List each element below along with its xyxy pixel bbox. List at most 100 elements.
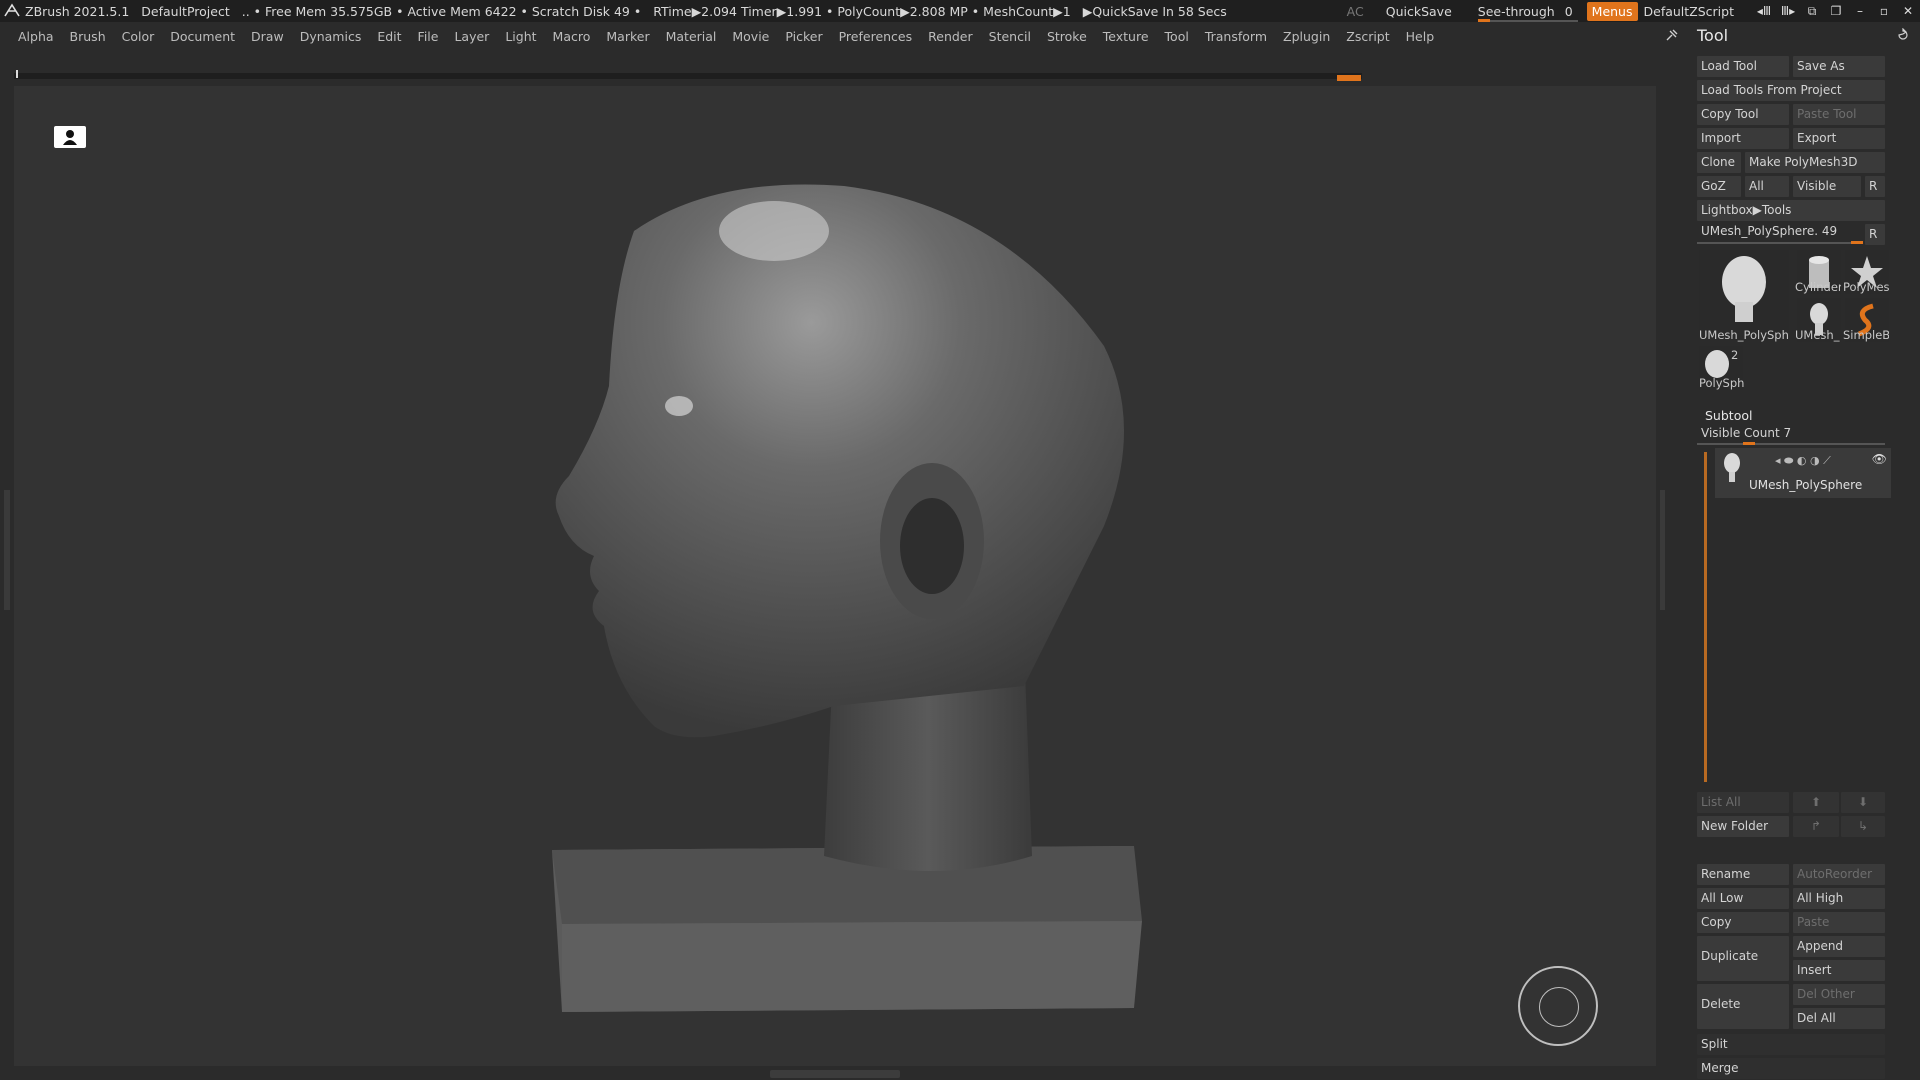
pin-icon[interactable] — [1665, 28, 1679, 42]
all-high-button[interactable]: All High — [1793, 888, 1885, 909]
layout-right-icon[interactable]: Ⅲ▸ — [1776, 4, 1800, 18]
eye-icon[interactable]: 👁 — [1872, 452, 1887, 466]
export-button[interactable]: Export — [1793, 128, 1885, 149]
menu-movie[interactable]: Movie — [732, 29, 769, 44]
load-tools-from-project-button[interactable]: Load Tools From Project — [1697, 80, 1885, 101]
memory-stats: .. • Free Mem 35.575GB • Active Mem 6422… — [241, 3, 642, 19]
paste-button[interactable]: Paste — [1793, 912, 1885, 933]
menu-macro[interactable]: Macro — [553, 29, 591, 44]
ac-indicator[interactable]: AC — [1347, 4, 1364, 19]
all-low-button[interactable]: All Low — [1697, 888, 1789, 909]
subtool-toggles-icon[interactable]: ◂ ⬬ ◐ ◑ ⟋ — [1775, 454, 1831, 468]
folder-out-icon[interactable]: ↳ — [1841, 816, 1885, 837]
load-tool-button[interactable]: Load Tool — [1697, 56, 1789, 77]
goz-r-button[interactable]: R — [1865, 176, 1885, 197]
layout-left-icon[interactable]: ◂Ⅲ — [1752, 4, 1776, 18]
quicksave-timer: ▶QuickSave In 58 Secs — [1082, 3, 1227, 19]
left-tray-handle[interactable] — [4, 490, 10, 610]
move-up-icon[interactable]: ⬆ — [1793, 792, 1839, 813]
menu-color[interactable]: Color — [122, 29, 155, 44]
menu-dynamics[interactable]: Dynamics — [300, 29, 362, 44]
panel-reset-icon[interactable] — [1896, 28, 1910, 42]
del-all-button[interactable]: Del All — [1793, 1008, 1885, 1029]
close-icon[interactable]: ✕ — [1896, 4, 1920, 18]
tool-slider-fill — [1851, 241, 1863, 244]
restore-icon[interactable]: ▫ — [1872, 4, 1896, 18]
project-name: DefaultProject — [141, 3, 230, 19]
tool-thumb-umesh-polysphere[interactable] — [1699, 250, 1789, 330]
menus-toggle-button[interactable]: Menus — [1586, 1, 1638, 21]
navigation-gizmo[interactable] — [1518, 966, 1598, 1046]
new-folder-button[interactable]: New Folder — [1697, 816, 1789, 837]
menu-light[interactable]: Light — [505, 29, 536, 44]
merge-menu[interactable]: Merge — [1697, 1058, 1885, 1079]
folder-in-icon[interactable]: ↱ — [1793, 816, 1839, 837]
see-through-value: 0 — [1564, 3, 1573, 19]
auto-reorder-button[interactable]: AutoReorder — [1793, 864, 1885, 885]
tool-r-button[interactable]: R — [1865, 224, 1885, 245]
insert-button[interactable]: Insert — [1793, 960, 1885, 981]
subtool-item[interactable]: ◂ ⬬ ◐ ◑ ⟋ 👁 UMesh_PolySphere — [1715, 448, 1891, 498]
tool-panel-title: Tool — [1697, 26, 1729, 45]
thumb-label-5: PolySph — [1699, 376, 1745, 390]
menu-help[interactable]: Help — [1406, 29, 1435, 44]
make-polymesh3d-button[interactable]: Make PolyMesh3D — [1745, 152, 1885, 173]
menu-draw[interactable]: Draw — [251, 29, 284, 44]
window-swap-icon[interactable]: ⧉ — [1800, 4, 1824, 19]
script-name[interactable]: DefaultZScript — [1644, 4, 1735, 19]
menu-stroke[interactable]: Stroke — [1047, 29, 1087, 44]
menu-render[interactable]: Render — [928, 29, 973, 44]
menu-edit[interactable]: Edit — [377, 29, 401, 44]
menu-marker[interactable]: Marker — [606, 29, 649, 44]
menu-tool[interactable]: Tool — [1165, 29, 1189, 44]
duplicate-button[interactable]: Duplicate — [1697, 936, 1789, 981]
goz-all-button[interactable]: All — [1745, 176, 1789, 197]
timeline-marker[interactable] — [1337, 75, 1361, 81]
menu-brush[interactable]: Brush — [70, 29, 106, 44]
append-button[interactable]: Append — [1793, 936, 1885, 957]
goz-visible-button[interactable]: Visible — [1793, 176, 1861, 197]
menu-stencil[interactable]: Stencil — [989, 29, 1031, 44]
window-float-icon[interactable]: ❐ — [1824, 4, 1848, 18]
menu-alpha[interactable]: Alpha — [18, 29, 54, 44]
menu-document[interactable]: Document — [170, 29, 235, 44]
thumb-count: 2 — [1731, 348, 1739, 362]
rename-button[interactable]: Rename — [1697, 864, 1789, 885]
save-as-button[interactable]: Save As — [1793, 56, 1885, 77]
import-button[interactable]: Import — [1697, 128, 1789, 149]
menu-zscript[interactable]: Zscript — [1346, 29, 1389, 44]
del-other-button[interactable]: Del Other — [1793, 984, 1885, 1005]
menu-preferences[interactable]: Preferences — [839, 29, 913, 44]
quicksave-button[interactable]: QuickSave — [1386, 4, 1452, 19]
copy-button[interactable]: Copy — [1697, 912, 1789, 933]
move-down-icon[interactable]: ⬇ — [1841, 792, 1885, 813]
paste-tool-button[interactable]: Paste Tool — [1793, 104, 1885, 125]
delete-button[interactable]: Delete — [1697, 984, 1789, 1029]
menu-picker[interactable]: Picker — [785, 29, 822, 44]
menu-transform[interactable]: Transform — [1205, 29, 1267, 44]
split-menu[interactable]: Split — [1697, 1034, 1885, 1055]
timeline-start-tick — [16, 70, 18, 78]
canvas-viewport[interactable] — [14, 86, 1656, 1066]
tool-slider-track[interactable] — [1697, 242, 1863, 244]
list-all-button[interactable]: List All — [1697, 792, 1789, 813]
lightbox-tools-button[interactable]: Lightbox▶Tools — [1697, 200, 1885, 221]
menu-material[interactable]: Material — [666, 29, 717, 44]
clone-button[interactable]: Clone — [1697, 152, 1741, 173]
minimize-icon[interactable]: – — [1848, 4, 1872, 18]
bottom-tray-handle[interactable] — [770, 1070, 900, 1078]
thumb-label-2: PolyMes — [1843, 280, 1889, 294]
copy-tool-button[interactable]: Copy Tool — [1697, 104, 1789, 125]
menu-texture[interactable]: Texture — [1103, 29, 1149, 44]
goz-button[interactable]: GoZ — [1697, 176, 1741, 197]
menu-zplugin[interactable]: Zplugin — [1283, 29, 1330, 44]
menu-file[interactable]: File — [418, 29, 439, 44]
visible-count-track[interactable] — [1697, 443, 1885, 445]
subtool-title[interactable]: Subtool — [1705, 408, 1752, 423]
subtool-scroll-bar[interactable] — [1704, 452, 1707, 782]
menu-layer[interactable]: Layer — [454, 29, 489, 44]
see-through-slider[interactable]: See-through 0 — [1477, 3, 1578, 22]
timer-stats: RTime▶2.094 Timer▶1.991 • PolyCount▶2.80… — [653, 3, 1071, 19]
timeline[interactable] — [14, 70, 1362, 81]
thumb-label-4: SimpleB — [1843, 328, 1889, 342]
